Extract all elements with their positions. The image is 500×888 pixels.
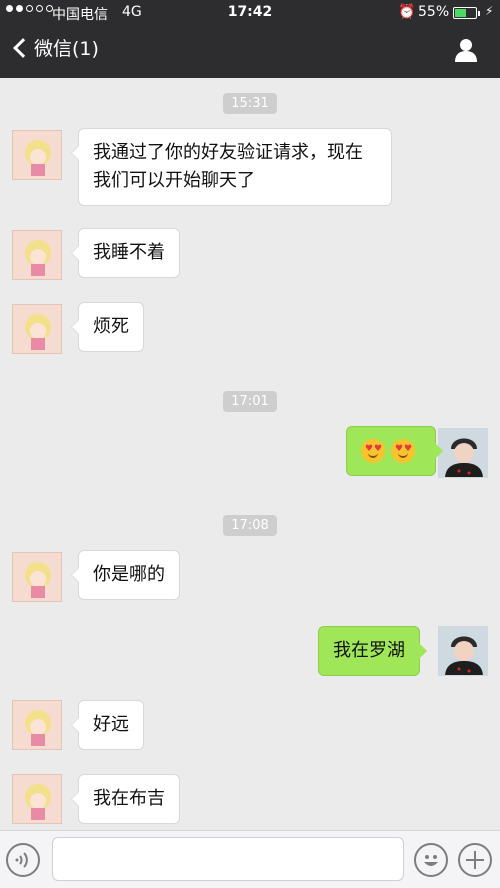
contact-avatar[interactable]: [12, 304, 62, 354]
header: 中国电信 4G 17:42 ⏰ 55% ⚡ 微信(1): [0, 0, 500, 78]
battery-tip: [478, 11, 480, 16]
message-bubble-outgoing[interactable]: ♥ ♥ ♥ ♥: [346, 426, 443, 476]
battery-icon: [453, 7, 477, 19]
emoji-icon: [424, 855, 438, 866]
heart-eyes-emoji: ♥ ♥: [391, 439, 415, 463]
emoji-button[interactable]: [414, 843, 448, 877]
contact-avatar[interactable]: [12, 130, 62, 180]
voice-icon: [15, 852, 28, 868]
back-button[interactable]: 微信(1): [10, 34, 99, 61]
alarm-icon: ⏰: [398, 4, 416, 20]
contact-avatar[interactable]: [12, 700, 62, 750]
nav-bar: 微信(1): [0, 26, 500, 78]
charging-icon: ⚡: [485, 4, 494, 18]
timestamp: 15:31: [0, 92, 500, 114]
input-bar: [0, 830, 500, 888]
my-avatar[interactable]: [438, 428, 488, 478]
timestamp: 17:08: [0, 514, 500, 536]
contact-avatar[interactable]: [12, 230, 62, 280]
message-bubble[interactable]: 我通过了你的好友验证请求，现在我们可以开始聊天了: [71, 128, 392, 206]
message-bubble[interactable]: 烦死: [71, 302, 144, 352]
message-input[interactable]: [52, 837, 404, 881]
my-avatar[interactable]: [438, 626, 488, 676]
voice-button[interactable]: [6, 843, 40, 877]
message-bubble[interactable]: 好远: [71, 700, 144, 750]
battery-percent: 55%: [418, 4, 450, 20]
message-bubble[interactable]: 你是哪的: [71, 550, 180, 600]
more-button[interactable]: [458, 843, 492, 877]
heart-eyes-emoji: ♥ ♥: [361, 439, 385, 463]
chevron-left-icon: [13, 37, 33, 58]
timestamp: 17:01: [0, 390, 500, 412]
plus-icon: [466, 851, 484, 869]
message-bubble[interactable]: 我在布吉: [71, 774, 180, 824]
person-icon[interactable]: [452, 36, 480, 64]
status-bar: 中国电信 4G 17:42 ⏰ 55% ⚡: [0, 0, 500, 26]
chat-area[interactable]: 15:31 我通过了你的好友验证请求，现在我们可以开始聊天了 我睡不着 烦死 1…: [0, 78, 500, 830]
message-bubble-outgoing[interactable]: 我在罗湖: [318, 626, 427, 676]
back-label: 微信(1): [34, 38, 99, 60]
contact-avatar[interactable]: [12, 774, 62, 824]
contact-avatar[interactable]: [12, 552, 62, 602]
message-bubble[interactable]: 我睡不着: [71, 228, 180, 278]
